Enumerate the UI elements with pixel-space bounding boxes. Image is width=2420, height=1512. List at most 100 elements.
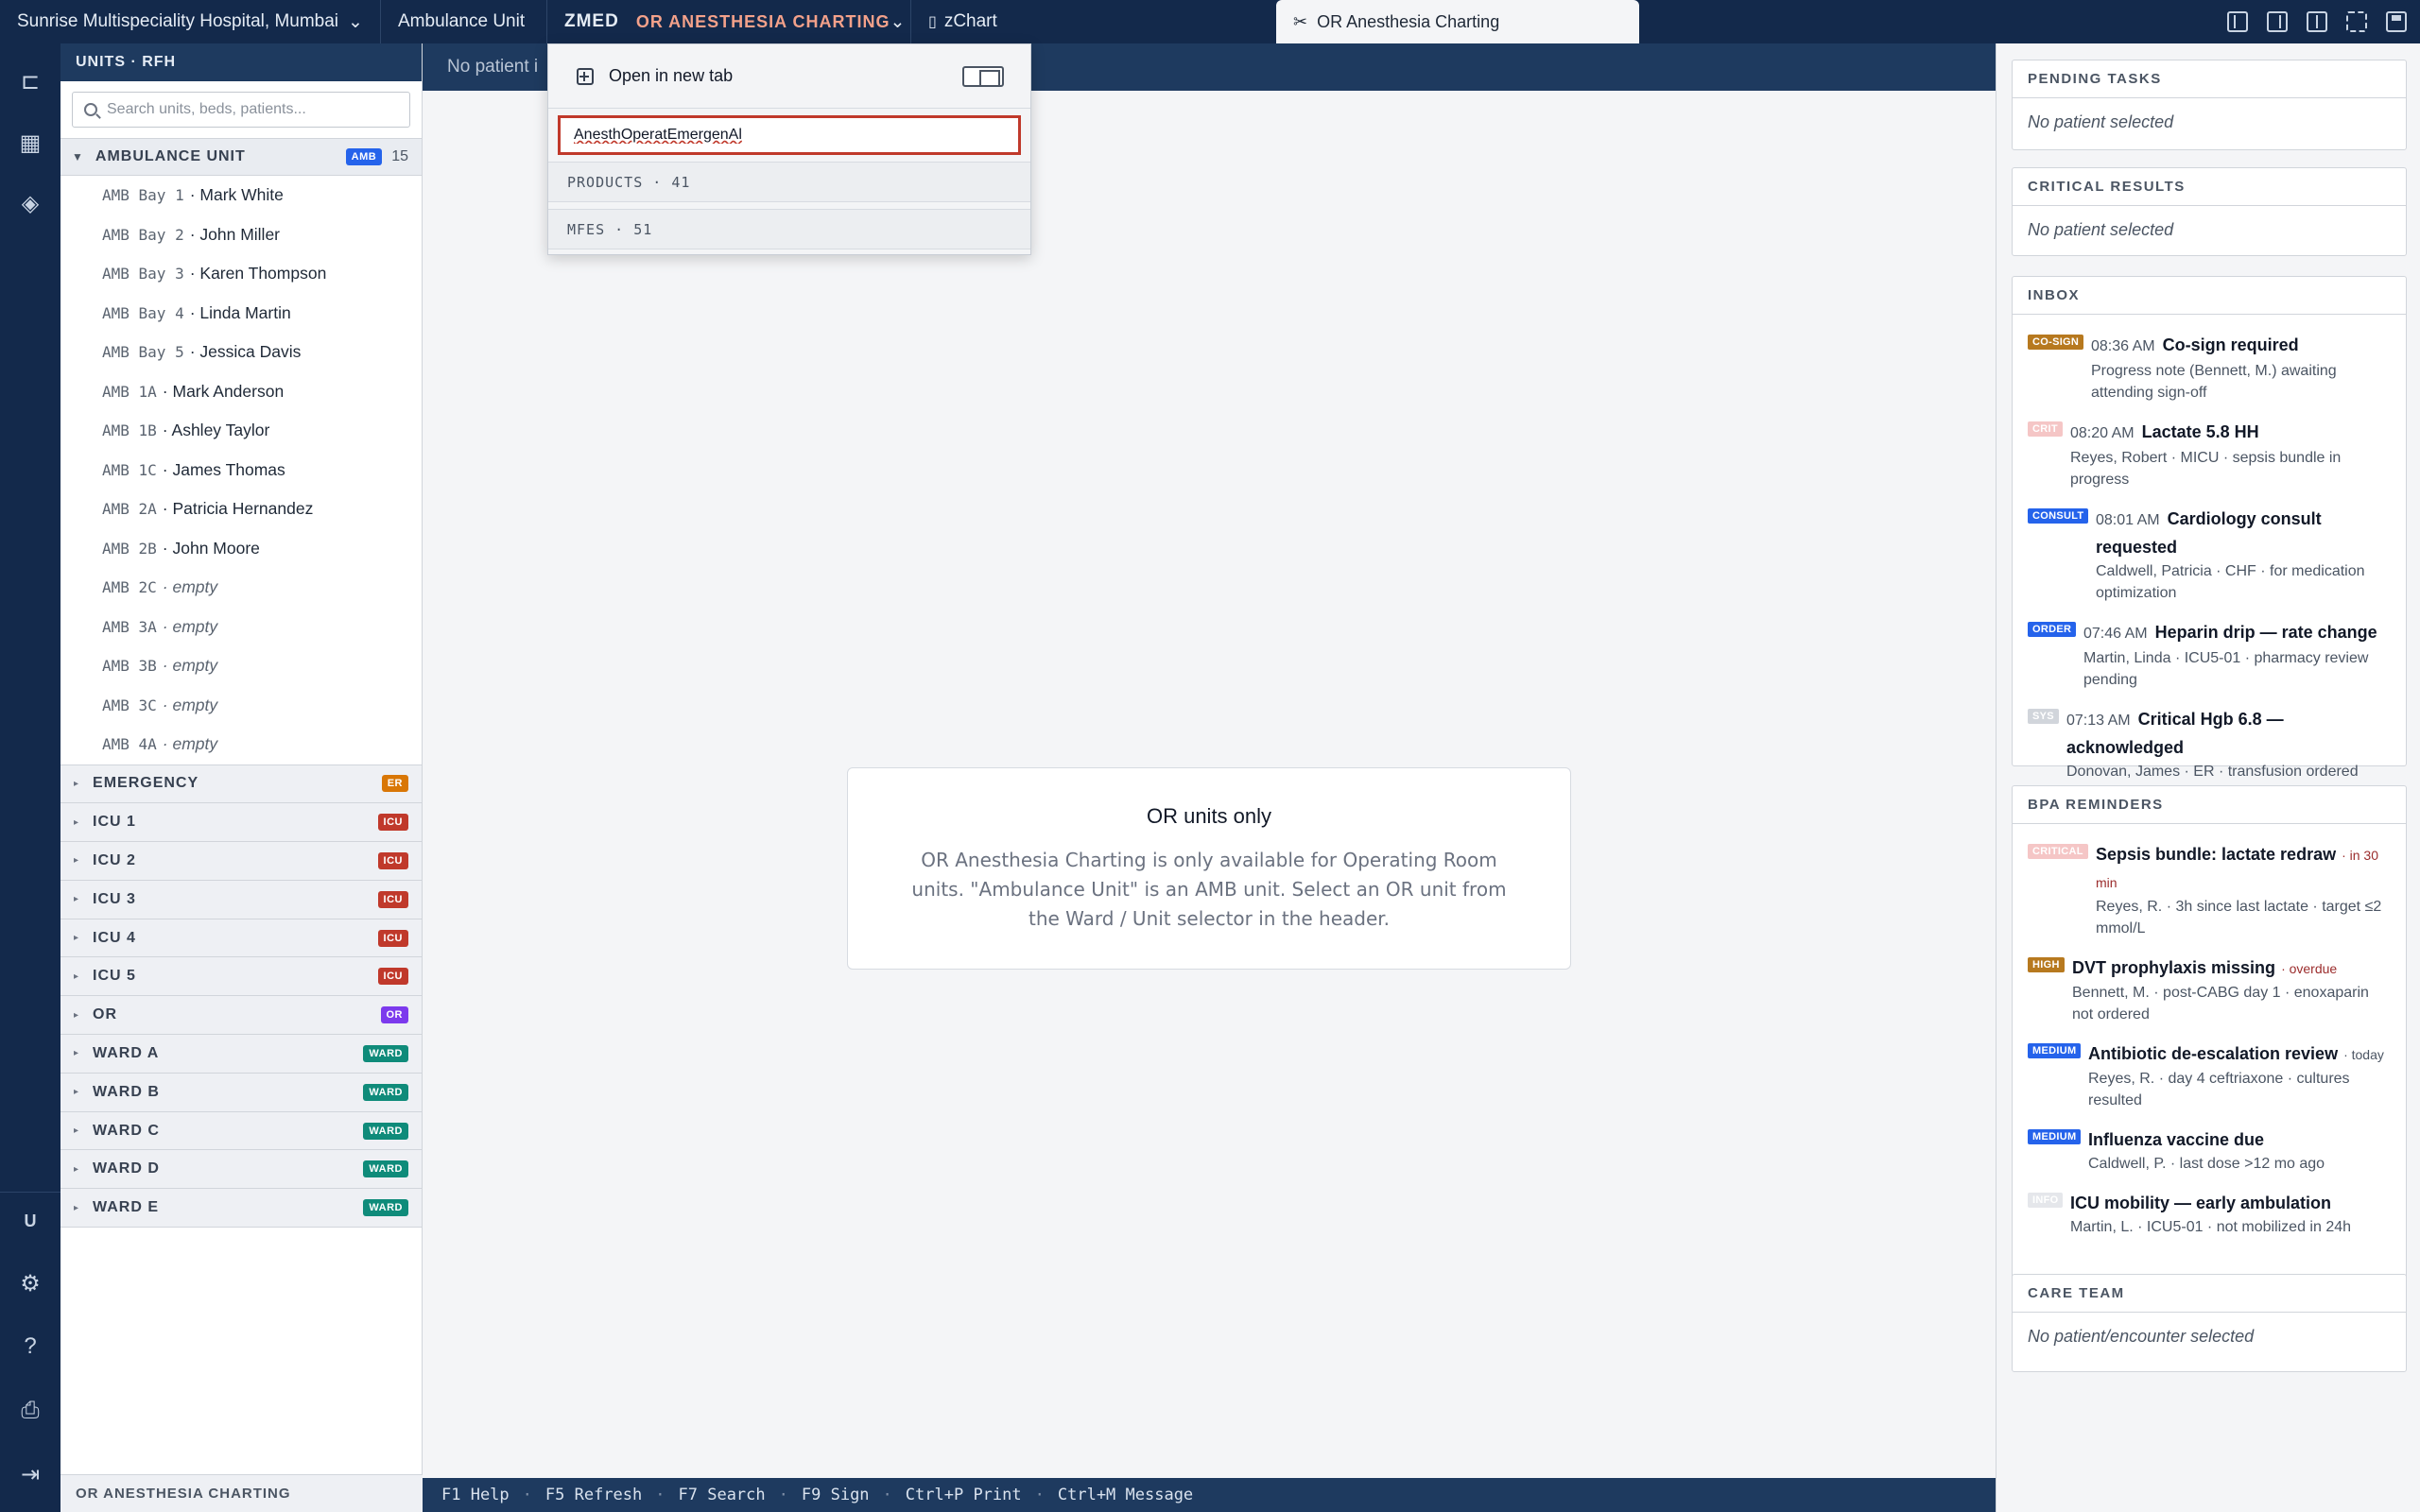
split-view-icon[interactable] xyxy=(2307,11,2327,32)
unit-group-ward-b[interactable]: ▸ WARD B WARD xyxy=(60,1073,422,1112)
bed-patient-name: · John Miller xyxy=(189,224,281,244)
bed-patient-name: · Linda Martin xyxy=(189,302,291,322)
list-item[interactable]: ORDER 07:46 AM Heparin drip — rate change M… xyxy=(2028,619,2393,691)
printer-icon[interactable]: ⎙ xyxy=(13,1394,47,1428)
unit-group-or[interactable]: ▸ OR OR xyxy=(60,996,422,1036)
bed-row[interactable]: AMB Bay 2 · John Miller xyxy=(60,215,422,255)
list-item[interactable]: MEDIUM Antibiotic de-escalation review · t… xyxy=(2028,1040,2393,1111)
item-detail: Bennett, M. · post-CABG day 1 · enoxapar… xyxy=(2072,985,2369,1022)
list-item[interactable]: MEDIUM Influenza vaccine due Caldwell, P. … xyxy=(2028,1126,2393,1175)
bed-row[interactable]: AMB 3B · empty xyxy=(60,646,422,686)
bpa-reminders-card: BPA REMINDERS CRITICAL Sepsis bundle: lac… xyxy=(2012,785,2407,1291)
care-team-card: CARE TEAM No patient/encounter selected xyxy=(2012,1274,2407,1372)
group-name: ICU 5 xyxy=(93,968,136,985)
list-item[interactable]: CO-SIGN 08:36 AM Co-sign required Progress … xyxy=(2028,332,2393,404)
bed-row[interactable]: AMB Bay 5 · Jessica Davis xyxy=(60,333,422,372)
unit-group-ward-d[interactable]: ▸ WARD D WARD xyxy=(60,1150,422,1190)
collapse-right-icon[interactable] xyxy=(2267,11,2288,32)
fullscreen-icon[interactable] xyxy=(2346,11,2367,32)
help-icon[interactable]: ? xyxy=(13,1330,47,1364)
fkey-hint[interactable]: F9 Sign xyxy=(802,1486,870,1504)
group-ambulance-unit[interactable]: ▼ AMBULANCE UNIT AMB 15 xyxy=(60,138,422,176)
new-tab-toggle[interactable] xyxy=(962,65,1004,87)
unit-group-emergency[interactable]: ▸ EMERGENCY ER xyxy=(60,765,422,804)
bed-row[interactable]: AMB 1B · Ashley Taylor xyxy=(60,411,422,451)
mfes-section[interactable]: MFES · 51 xyxy=(548,210,1030,249)
fkey-hint[interactable]: Ctrl+P Print xyxy=(906,1486,1022,1504)
item-detail: Caldwell, P. · last dose >12 mo ago xyxy=(2088,1156,2325,1172)
unit-group-icu-1[interactable]: ▸ ICU 1 ICU xyxy=(60,803,422,843)
bed-row[interactable]: AMB 1C · James Thomas xyxy=(60,451,422,490)
bed-patient-name: · Mark Anderson xyxy=(162,381,285,401)
item-detail: Donovan, James · ER · transfusion ordere… xyxy=(2066,764,2359,780)
tab-zchart[interactable]: ▯ zChart xyxy=(911,0,1275,43)
fkey-hint[interactable]: F7 Search xyxy=(679,1486,766,1504)
hospital-name: Sunrise Multispeciality Hospital, Mumbai xyxy=(17,11,339,31)
open-in-new-tab-row[interactable]: Open in new tab xyxy=(548,44,1030,109)
list-item[interactable]: CRITICAL Sepsis bundle: lactate redraw · i… xyxy=(2028,841,2393,939)
bed-id: AMB Bay 2 xyxy=(102,225,184,244)
item-detail: Reyes, R. · 3h since last lactate · targ… xyxy=(2096,899,2382,936)
bed-row[interactable]: AMB 4A · empty xyxy=(60,725,422,765)
caret-right-icon: ▸ xyxy=(74,1125,80,1137)
unit-group-ward-a[interactable]: ▸ WARD A WARD xyxy=(60,1035,422,1074)
item-time: 08:01 AM xyxy=(2096,512,2160,528)
collapse-left-icon[interactable] xyxy=(2227,11,2248,32)
unit-group-icu-2[interactable]: ▸ ICU 2 ICU xyxy=(60,842,422,881)
list-item[interactable]: HIGH DVT prophylaxis missing · overdue Benn… xyxy=(2028,954,2393,1025)
units-search-input[interactable]: Search units, beds, patients... xyxy=(72,92,410,128)
list-item[interactable]: SYS 07:13 AM Critical Hgb 6.8 — acknowledg… xyxy=(2028,706,2393,782)
section-gap xyxy=(548,202,1030,210)
bed-id: AMB 2B xyxy=(102,539,157,558)
list-item[interactable]: INFO ICU mobility — early ambulation Marti… xyxy=(2028,1190,2393,1238)
bed-id: AMB 3C xyxy=(102,696,157,714)
unit-group-icu-5[interactable]: ▸ ICU 5 ICU xyxy=(60,957,422,997)
unit-group-icu-3[interactable]: ▸ ICU 3 ICU xyxy=(60,880,422,919)
products-section[interactable]: PRODUCTS · 41 xyxy=(548,163,1030,202)
list-item[interactable]: CRIT 08:20 AM Lactate 5.8 HH Reyes, Robert … xyxy=(2028,419,2393,490)
bed-row[interactable]: AMB 2C · empty xyxy=(60,568,422,608)
gear-icon[interactable]: ⚙ xyxy=(13,1266,47,1300)
item-title: DVT prophylaxis missing xyxy=(2072,958,2276,977)
separator-dot: · xyxy=(778,1486,788,1504)
bed-row[interactable]: AMB 3A · empty xyxy=(60,608,422,647)
save-icon[interactable] xyxy=(2386,11,2407,32)
fkey-hint[interactable]: Ctrl+M Message xyxy=(1058,1486,1193,1504)
bed-row[interactable]: AMB Bay 4 · Linda Martin xyxy=(60,294,422,334)
list-item[interactable]: CONSULT 08:01 AM Cardiology consult reques… xyxy=(2028,506,2393,604)
grid-icon[interactable]: ▦ xyxy=(13,126,47,160)
fkey-hint[interactable]: F5 Refresh xyxy=(545,1486,642,1504)
item-time: 08:36 AM xyxy=(2091,338,2155,354)
separator-dot: · xyxy=(655,1486,666,1504)
app-code: ZMED xyxy=(564,11,619,31)
bed-row[interactable]: AMB Bay 1 · Mark White xyxy=(60,176,422,215)
hospital-selector[interactable]: Sunrise Multispeciality Hospital, Mumbai… xyxy=(0,0,381,43)
group-badge: OR xyxy=(380,1006,408,1024)
tab-active-label: OR Anesthesia Charting xyxy=(1317,11,1500,31)
logout-icon[interactable]: ⇥ xyxy=(13,1457,47,1491)
bed-row[interactable]: AMB 1A · Mark Anderson xyxy=(60,372,422,412)
bed-row[interactable]: AMB Bay 3 · Karen Thompson xyxy=(60,254,422,294)
fkey-hint[interactable]: F1 Help xyxy=(441,1486,510,1504)
priority-tag: CRIT xyxy=(2028,421,2063,437)
caret-right-icon: ▸ xyxy=(74,933,80,944)
layers-icon[interactable]: ◈ xyxy=(13,186,47,220)
bed-id: AMB Bay 3 xyxy=(102,265,184,284)
group-badge: ICU xyxy=(377,890,408,908)
notice-message: OR Anesthesia Charting is only available… xyxy=(911,849,1507,930)
user-avatar[interactable]: U xyxy=(13,1204,47,1238)
open-in-new-tab-label: Open in new tab xyxy=(609,66,734,85)
tab-or-anesthesia-charting[interactable]: ✂ OR Anesthesia Charting xyxy=(1276,0,1639,43)
unit-group-ward-c[interactable]: ▸ WARD C WARD xyxy=(60,1111,422,1151)
unit-selector[interactable]: Ambulance Unit xyxy=(381,0,547,43)
bed-row[interactable]: AMB 3C · empty xyxy=(60,686,422,726)
unit-group-icu-4[interactable]: ▸ ICU 4 ICU xyxy=(60,919,422,958)
group-name: ICU 1 xyxy=(93,814,136,831)
activity-search-input[interactable] xyxy=(558,115,1021,155)
bed-icon[interactable]: ⊏ xyxy=(13,64,47,98)
bed-row[interactable]: AMB 2B · John Moore xyxy=(60,529,422,569)
item-headline: DVT prophylaxis missing · overdue xyxy=(2072,954,2393,982)
bed-row[interactable]: AMB 2A · Patricia Hernandez xyxy=(60,490,422,529)
activity-selector[interactable]: ZMED OR ANESTHESIA CHARTING ⌄ xyxy=(547,0,911,43)
unit-group-ward-e[interactable]: ▸ WARD E WARD xyxy=(60,1189,422,1228)
